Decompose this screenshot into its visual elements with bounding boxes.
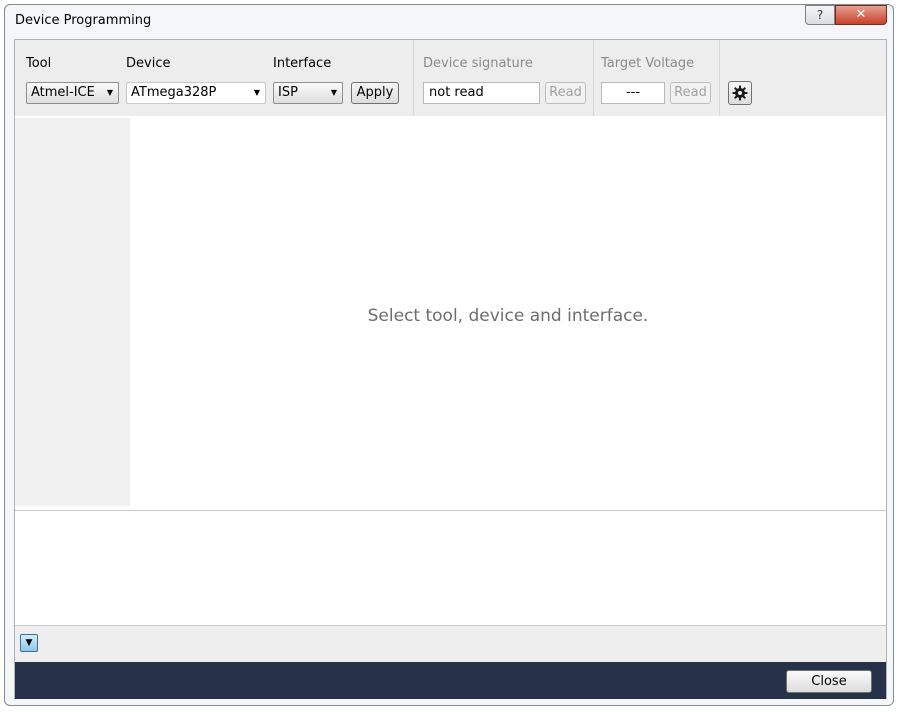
device-select[interactable]: ATmega328P ▼ xyxy=(126,82,266,104)
title-bar: Device Programming ? ✕ xyxy=(5,5,893,37)
read-signature-button[interactable]: Read xyxy=(545,82,586,104)
output-log xyxy=(15,510,886,626)
settings-button[interactable] xyxy=(728,81,752,105)
device-signature-field: not read xyxy=(423,82,540,104)
expand-log-button[interactable]: ▼ xyxy=(20,634,38,652)
close-button[interactable]: Close xyxy=(786,670,872,693)
window-close-button[interactable]: ✕ xyxy=(835,5,887,25)
interface-select[interactable]: ISP ▼ xyxy=(273,82,343,104)
tool-select[interactable]: Atmel-ICE ▼ xyxy=(26,82,119,104)
device-signature-label: Device signature xyxy=(423,56,533,71)
dialog-footer: Close xyxy=(15,662,886,699)
content-pane: Select tool, device and interface. xyxy=(130,118,886,506)
read-voltage-button[interactable]: Read xyxy=(670,82,711,104)
interface-label: Interface xyxy=(273,56,332,71)
toolbar-separator xyxy=(413,40,414,116)
chevron-down-icon: ▼ xyxy=(330,88,337,97)
device-label: Device xyxy=(126,56,171,71)
apply-button[interactable]: Apply xyxy=(351,82,399,104)
dialog-client-area: Tool Atmel-ICE ▼ Device ATmega328P ▼ Int… xyxy=(14,39,887,699)
log-expander-strip: ▼ xyxy=(15,626,886,662)
empty-state-message: Select tool, device and interface. xyxy=(367,306,649,326)
chevron-down-icon: ▼ xyxy=(106,88,113,97)
toolbar-separator xyxy=(719,40,720,116)
target-voltage-field: --- xyxy=(601,82,665,104)
window-title: Device Programming xyxy=(15,13,152,28)
device-select-value: ATmega328P xyxy=(131,85,217,100)
interface-select-value: ISP xyxy=(278,85,298,100)
programming-toolbar: Tool Atmel-ICE ▼ Device ATmega328P ▼ Int… xyxy=(15,40,886,116)
toolbar-separator xyxy=(593,40,594,116)
chevron-down-icon: ▼ xyxy=(253,88,260,97)
gear-icon xyxy=(732,85,748,101)
target-voltage-label: Target Voltage xyxy=(601,56,695,71)
tool-label: Tool xyxy=(26,56,52,71)
help-button[interactable]: ? xyxy=(805,5,835,25)
navigation-pane xyxy=(15,118,130,506)
tool-select-value: Atmel-ICE xyxy=(31,85,95,100)
device-programming-window: Device Programming ? ✕ Tool Atmel-ICE ▼ … xyxy=(4,4,894,706)
chevron-down-icon: ▼ xyxy=(25,638,33,648)
